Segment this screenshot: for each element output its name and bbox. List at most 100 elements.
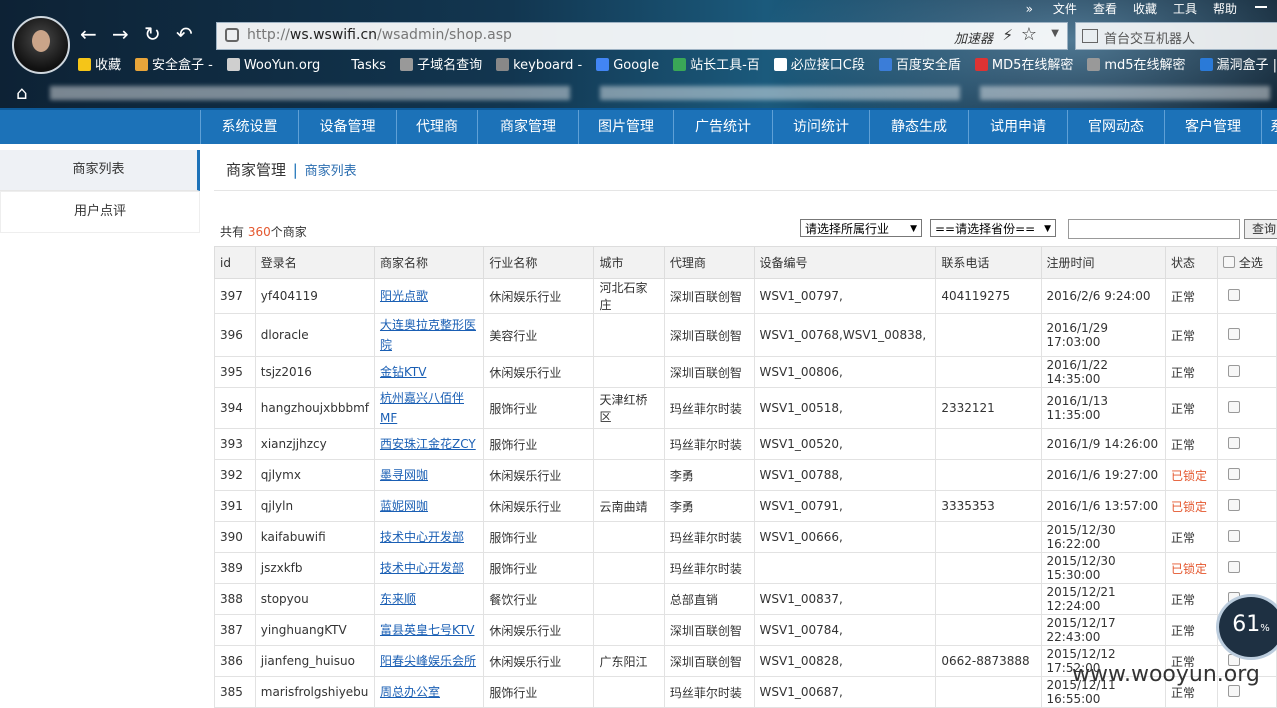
col-shop-name[interactable]: 商家名称 — [373, 246, 485, 279]
menu-view[interactable]: 查看 — [1093, 0, 1117, 18]
province-select[interactable]: ==请选择省份== ▼ — [930, 219, 1056, 237]
menu-help[interactable]: 帮助 — [1213, 0, 1237, 18]
user-avatar[interactable] — [12, 16, 70, 74]
nav-item-8[interactable]: 试用申请 — [968, 110, 1067, 144]
nav-item-9[interactable]: 官网动态 — [1067, 110, 1164, 144]
cell-shop-name[interactable]: 杭州嘉兴八佰伴MF — [373, 387, 485, 429]
cell-shop-name[interactable]: 阳光点歌 — [373, 278, 485, 314]
bookmark-item[interactable]: Google — [596, 56, 659, 76]
cell-select — [1216, 459, 1277, 491]
cell-shop-name[interactable]: 阳春尖峰娱乐会所 — [373, 645, 485, 677]
col-phone[interactable]: 联系电话 — [935, 246, 1042, 279]
bookmark-item[interactable]: 子域名查询 — [400, 56, 482, 76]
cell-shop-name[interactable]: 西安珠江金花ZCY — [373, 428, 485, 460]
forward-icon[interactable]: → — [112, 22, 129, 46]
cell-city — [593, 356, 665, 388]
bookmark-item[interactable]: 站长工具-百 — [673, 56, 760, 76]
nav-item-7[interactable]: 静态生成 — [869, 110, 968, 144]
bookmark-label: 收藏 — [95, 58, 122, 73]
home-icon[interactable]: ⌂ — [16, 83, 27, 104]
bookmark-item[interactable]: 安全盒子 - — [135, 56, 213, 76]
bookmark-item[interactable]: MD5在线解密 — [974, 56, 1073, 76]
menu-favorites[interactable]: 收藏 — [1133, 0, 1157, 18]
breadcrumb-current[interactable]: 商家列表 — [305, 164, 357, 179]
bookmark-icon — [400, 58, 414, 71]
row-checkbox[interactable] — [1227, 328, 1240, 340]
col-industry[interactable]: 行业名称 — [483, 246, 595, 279]
col-reg-time[interactable]: 注册时间 — [1040, 246, 1166, 279]
col-login[interactable]: 登录名 — [254, 246, 375, 279]
row-checkbox[interactable] — [1227, 530, 1240, 542]
back-icon[interactable]: ← — [80, 22, 97, 46]
bookmark-item[interactable]: 漏洞盒子 | — [1199, 56, 1277, 76]
refresh-icon[interactable]: ↻ — [144, 22, 161, 46]
nav-item-10[interactable]: 客户管理 — [1164, 110, 1261, 144]
bookmark-item[interactable]: WooYun.org — [226, 56, 320, 76]
cell-status: 已锁定 — [1164, 490, 1218, 522]
chevron-down-icon[interactable]: ▼ — [1051, 28, 1059, 39]
cell-shop-name[interactable]: 东来顺 — [373, 583, 485, 615]
menu-file[interactable]: 文件 — [1053, 0, 1077, 18]
address-url[interactable]: http://ws.wswifi.cn/wsadmin/shop.asp — [247, 27, 512, 43]
speed-meter[interactable]: 61% — [1216, 594, 1277, 660]
row-checkbox[interactable] — [1227, 561, 1240, 573]
sidebar-item-user-reviews[interactable]: 用户点评 — [0, 191, 200, 233]
cell-industry: 休闲娱乐行业 — [483, 490, 595, 522]
bookmark-icon — [135, 58, 149, 71]
cell-shop-name[interactable]: 技术中心开发部 — [373, 552, 485, 584]
bookmark-item[interactable]: 百度安全盾 — [878, 56, 961, 76]
cell-login: jszxkfb — [254, 552, 375, 584]
bolt-icon[interactable]: ⚡ — [1002, 26, 1013, 44]
row-checkbox[interactable] — [1227, 401, 1240, 413]
cell-reg-time: 2016/1/29 17:03:00 — [1040, 313, 1166, 357]
row-checkbox[interactable] — [1227, 365, 1240, 377]
sidebar-item-label: 用户点评 — [73, 204, 126, 219]
cell-reg-time: 2015/12/17 22:43:00 — [1040, 614, 1166, 646]
bookmark-item[interactable]: 收藏 — [78, 56, 121, 76]
row-checkbox[interactable] — [1227, 437, 1240, 449]
bookmark-item[interactable]: Tasks — [334, 56, 386, 76]
row-checkbox[interactable] — [1227, 468, 1240, 480]
nav-item-3[interactable]: 商家管理 — [477, 110, 578, 144]
industry-select[interactable]: 请选择所属行业 ▼ — [800, 219, 922, 237]
nav-item-6[interactable]: 访问统计 — [772, 110, 869, 144]
nav-item-1[interactable]: 设备管理 — [298, 110, 396, 144]
query-button[interactable]: 查询 — [1244, 219, 1277, 239]
nav-item-4[interactable]: 图片管理 — [578, 110, 673, 144]
nav-item-0[interactable]: 系统设置 — [200, 110, 298, 144]
star-icon[interactable]: ☆ — [1021, 24, 1037, 45]
col-agent[interactable]: 代理商 — [663, 246, 755, 279]
cell-shop-name[interactable]: 金钻KTV — [373, 356, 485, 388]
select-all-checkbox[interactable] — [1222, 256, 1235, 268]
undo-icon[interactable]: ↶ — [176, 22, 193, 46]
sidebar-item-shop-list[interactable]: 商家列表 — [0, 150, 200, 191]
cell-shop-name[interactable]: 墨寻网咖 — [373, 459, 485, 491]
cell-phone — [935, 521, 1042, 553]
bookmark-item[interactable]: md5在线解密 — [1087, 56, 1186, 76]
speed-value: 61 — [1232, 612, 1261, 637]
accelerator-label[interactable]: 加速器 — [954, 28, 993, 47]
menu-more-icon[interactable]: » — [1026, 0, 1033, 18]
row-checkbox[interactable] — [1227, 499, 1240, 511]
cell-shop-name[interactable]: 技术中心开发部 — [373, 521, 485, 553]
bookmark-item[interactable]: 必应接口C段 — [773, 56, 865, 76]
cell-shop-name[interactable]: 富县英皇七号KTV — [373, 614, 485, 646]
col-id[interactable]: id — [214, 246, 256, 279]
cell-city — [593, 583, 665, 615]
menu-tools[interactable]: 工具 — [1173, 0, 1197, 18]
search-input[interactable] — [1068, 219, 1240, 239]
col-status[interactable]: 状态 — [1164, 246, 1218, 279]
bookmark-item[interactable]: keyboard - — [496, 56, 582, 76]
cell-shop-name[interactable]: 大连奥拉克整形医院 — [373, 313, 485, 357]
col-device[interactable]: 设备编号 — [753, 246, 937, 279]
nav-item-5[interactable]: 广告统计 — [673, 110, 772, 144]
cell-industry: 休闲娱乐行业 — [483, 356, 595, 388]
cell-shop-name[interactable]: 蓝妮网咖 — [373, 490, 485, 522]
address-bar[interactable]: http://ws.wswifi.cn/wsadmin/shop.asp 加速器… — [216, 22, 1068, 50]
search-box[interactable]: 首台交互机器人 — [1075, 22, 1277, 50]
row-checkbox[interactable] — [1227, 289, 1240, 301]
nav-item-2[interactable]: 代理商 — [396, 110, 477, 144]
nav-item-11[interactable]: 系 — [1261, 110, 1277, 144]
col-city[interactable]: 城市 — [593, 246, 665, 279]
minimize-icon[interactable] — [1255, 6, 1267, 8]
